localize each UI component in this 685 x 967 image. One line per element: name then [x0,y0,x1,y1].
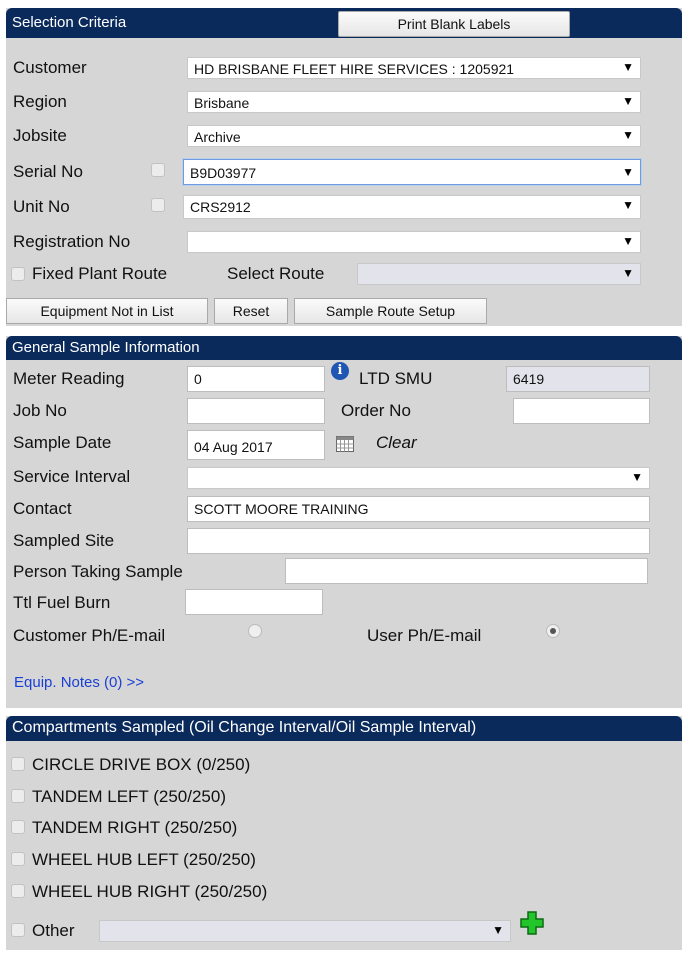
region-select-value: Brisbane [194,95,250,111]
print-blank-labels-button[interactable]: Print Blank Labels [338,11,570,37]
reset-button[interactable]: Reset [214,298,288,324]
user-ph-label: User Ph/E-mail [367,626,482,645]
person-taking-sample-input[interactable] [285,558,648,584]
chevron-down-icon: ▼ [622,198,634,212]
clear-date-link[interactable]: Clear [376,433,417,453]
order-no-label: Order No [341,401,411,420]
unit-no-select-value: CRS2912 [190,199,251,215]
unit-no-checkbox[interactable] [151,198,165,212]
serial-no-checkbox[interactable] [151,163,165,177]
order-no-input[interactable] [513,398,650,424]
chevron-down-icon: ▼ [631,470,643,484]
compartments-title: Compartments Sampled (Oil Change Interva… [12,719,477,736]
chevron-down-icon: ▼ [622,165,634,179]
compartments-header: Compartments Sampled (Oil Change Interva… [6,716,682,741]
fixed-plant-route-label: Fixed Plant Route [32,264,168,283]
customer-select-value: HD BRISBANE FLEET HIRE SERVICES : 120592… [194,61,515,77]
jobsite-label: Jobsite [13,126,67,145]
compartment-label: TANDEM LEFT (250/250) [32,787,226,806]
compartment-label: TANDEM RIGHT (250/250) [32,818,238,837]
job-no-input[interactable] [187,398,325,424]
registration-no-select[interactable]: ▼ [187,231,641,253]
chevron-down-icon: ▼ [622,60,634,74]
person-taking-sample-label: Person Taking Sample [13,562,183,581]
customer-ph-radio[interactable] [248,624,262,638]
ttl-fuel-burn-input[interactable] [185,589,323,615]
general-sample-header: General Sample Information [6,336,682,360]
sampled-site-input[interactable] [187,528,650,554]
service-interval-select[interactable]: ▼ [187,467,650,489]
other-compartment-checkbox[interactable] [11,923,25,937]
sample-date-input[interactable]: 04 Aug 2017 [187,430,325,460]
serial-no-select-value: B9D03977 [190,165,257,181]
meter-reading-label: Meter Reading [13,369,125,388]
serial-no-label: Serial No [13,162,83,181]
ltd-smu-label: LTD SMU [359,369,433,388]
selection-criteria-panel: Selection Criteria Print Blank Labels Cu… [6,8,682,326]
general-sample-panel: General Sample Information Meter Reading… [6,336,682,708]
job-no-label: Job No [13,401,67,420]
service-interval-label: Service Interval [13,467,131,486]
serial-no-select[interactable]: B9D03977 ▼ [183,159,641,185]
meter-reading-input[interactable]: 0 [187,366,325,392]
compartment-checkbox[interactable] [11,852,25,866]
calendar-icon[interactable] [336,436,354,452]
compartment-checkbox[interactable] [11,820,25,834]
add-compartment-icon[interactable] [520,911,544,935]
sample-date-label: Sample Date [13,433,112,452]
customer-ph-label: Customer Ph/E-mail [13,626,166,645]
ltd-smu-field: 6419 [506,366,650,392]
ttl-fuel-burn-label: Ttl Fuel Burn [13,593,111,612]
jobsite-select[interactable]: Archive ▼ [187,125,641,147]
select-route-label: Select Route [227,264,325,283]
chevron-down-icon: ▼ [622,234,634,248]
compartment-checkbox[interactable] [11,884,25,898]
selection-criteria-title: Selection Criteria [12,14,127,31]
compartment-label: CIRCLE DRIVE BOX (0/250) [32,755,251,774]
fixed-plant-route-checkbox[interactable] [11,267,25,281]
chevron-down-icon: ▼ [492,923,504,937]
info-icon[interactable]: i [331,362,349,380]
chevron-down-icon: ▼ [622,94,634,108]
equip-notes-link[interactable]: Equip. Notes (0) >> [14,674,144,691]
sampled-site-label: Sampled Site [13,531,115,550]
user-ph-radio[interactable] [546,624,560,638]
sample-route-setup-button[interactable]: Sample Route Setup [294,298,487,324]
compartment-checkbox[interactable] [11,757,25,771]
other-compartment-label: Other [32,921,75,940]
unit-no-label: Unit No [13,197,70,216]
customer-select[interactable]: HD BRISBANE FLEET HIRE SERVICES : 120592… [187,57,641,79]
other-compartment-select[interactable]: ▼ [99,920,511,942]
equipment-not-in-list-button[interactable]: Equipment Not in List [6,298,208,324]
select-route-select[interactable]: ▼ [357,263,641,285]
customer-label: Customer [13,58,87,77]
compartment-label: WHEEL HUB RIGHT (250/250) [32,882,268,901]
contact-input[interactable]: SCOTT MOORE TRAINING [187,496,650,522]
compartments-panel: Compartments Sampled (Oil Change Interva… [6,716,682,950]
region-label: Region [13,92,67,111]
chevron-down-icon: ▼ [622,128,634,142]
registration-no-label: Registration No [13,232,131,251]
chevron-down-icon: ▼ [622,266,634,280]
region-select[interactable]: Brisbane ▼ [187,91,641,113]
compartment-checkbox[interactable] [11,789,25,803]
compartment-label: WHEEL HUB LEFT (250/250) [32,850,256,869]
general-sample-title: General Sample Information [12,339,200,356]
jobsite-select-value: Archive [194,129,241,145]
unit-no-select[interactable]: CRS2912 ▼ [183,195,641,219]
contact-label: Contact [13,499,72,518]
